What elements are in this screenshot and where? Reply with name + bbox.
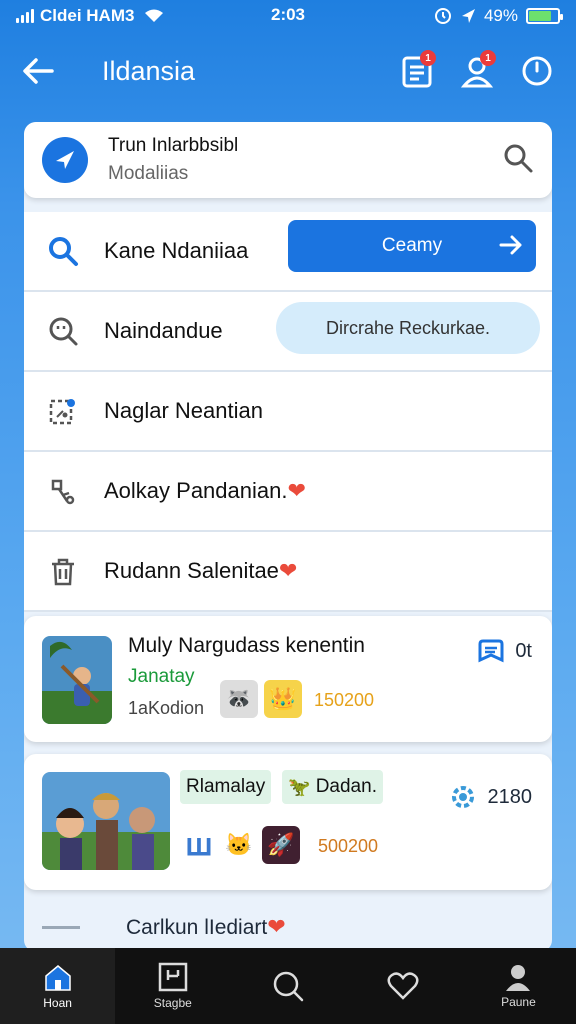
notification-badge: 1	[420, 50, 436, 66]
app-header: Ildansia 1 1	[0, 32, 576, 110]
primary-action-button[interactable]: Ceamy	[288, 220, 536, 272]
game-card[interactable]: Muly Nargudass kenentin Janatay 1aKodion…	[24, 616, 552, 742]
notes-button[interactable]: 1	[396, 50, 438, 92]
home-icon	[44, 965, 71, 991]
nav-home[interactable]: Hoan	[0, 948, 116, 1024]
button-label: Ceamy	[381, 235, 443, 256]
menu-item-label: Naindandue	[104, 318, 223, 343]
search-icon	[46, 234, 80, 268]
raccoon-icon: 🦝	[220, 680, 258, 718]
search-icon	[273, 971, 304, 1002]
search-button[interactable]	[502, 142, 534, 179]
tag-label: Rlamalay	[180, 770, 272, 804]
menu-item-label: Rudann Salenitae❤	[104, 558, 298, 583]
game-card[interactable]: Rlamalay 🦖 Dadan. ꟺ 🐱 🚀 500200 2180	[24, 754, 552, 890]
crown-icon: 👑	[264, 680, 302, 718]
secondary-action-button[interactable]: Dircrahe Reckurkae.	[276, 302, 540, 354]
game-score: 150200	[314, 690, 375, 710]
nav-stagbe[interactable]: Stagbe	[115, 948, 230, 1024]
partial-list-item[interactable]: Carlkun lIediart❤	[24, 902, 552, 952]
wifi-icon	[145, 9, 164, 22]
divider	[42, 925, 80, 929]
battery-percent: 49%	[483, 6, 518, 25]
heart-icon: ❤	[267, 914, 286, 939]
menu-item-naindandue[interactable]: Naindandue Dircrahe Reckurkae.	[24, 292, 552, 372]
game-thumbnail	[42, 772, 170, 870]
gear-icon	[451, 786, 474, 808]
alarm-icon	[434, 8, 451, 24]
heart-icon: ❤	[287, 478, 306, 503]
back-button[interactable]	[18, 51, 58, 91]
stat-value: 2180	[487, 785, 533, 808]
timer-icon	[522, 56, 552, 86]
tag-label-2: 🦖 Dadan.	[282, 770, 383, 804]
menu-item-label: Naglar Neantian	[104, 398, 263, 423]
partial-item-label: Carlkun lIediart❤	[126, 914, 286, 939]
heart-icon	[387, 972, 419, 1000]
search-subtitle: Modaliias	[108, 163, 189, 184]
grid-icon	[158, 962, 188, 992]
rocket-icon: 🚀	[262, 826, 300, 864]
swirl-icon: ꟺ	[185, 828, 213, 862]
search-card[interactable]: Trun Inlarbbsibl Modaliias	[24, 122, 552, 198]
battery-icon	[526, 8, 563, 24]
game-thumbnail	[42, 636, 112, 724]
bottom-nav: Hoan Stagbe Paune	[0, 948, 576, 1024]
heart-icon: ❤	[278, 558, 298, 583]
cat-icon: 🐱	[225, 832, 253, 857]
game-score: 500200	[318, 836, 379, 856]
location-icon	[461, 9, 475, 23]
profile-icon	[506, 965, 531, 991]
menu-item-label: Aolkay Pandanian.❤	[104, 478, 306, 503]
card-stat: 0t	[477, 638, 532, 664]
menu-item-rudann[interactable]: Rudann Salenitae❤	[24, 532, 552, 612]
stat-value: 0t	[515, 639, 532, 662]
game-meta: 1aKodion	[128, 698, 205, 718]
notification-badge: 1	[480, 50, 496, 66]
clock-search-icon	[46, 314, 80, 348]
back-arrow-icon	[23, 58, 54, 84]
search-icon	[504, 144, 533, 172]
menu-item-aolkay[interactable]: Aolkay Pandanian.❤	[24, 452, 552, 532]
profile-button[interactable]: 1	[456, 50, 498, 92]
page-title: Ildansia	[102, 55, 196, 86]
search-title: Trun Inlarbbsibl	[108, 135, 239, 156]
bookmark-icon	[478, 639, 504, 663]
nav-search[interactable]	[230, 948, 345, 1024]
menu-item-naglar[interactable]: Naglar Neantian	[24, 372, 552, 452]
status-bar: Cldei HAM3 2:03 49%	[0, 0, 576, 32]
signal-icon	[16, 9, 34, 23]
share-icon	[46, 394, 80, 428]
trash-icon	[46, 554, 80, 588]
nav-label: Stagbe	[153, 996, 192, 1010]
navigation-icon	[42, 137, 88, 183]
menu-item-kane[interactable]: Kane Ndaniiaa Ceamy	[24, 212, 552, 292]
content-panel: Trun Inlarbbsibl Modaliias Kane Ndaniiaa…	[24, 122, 552, 952]
menu-list: Kane Ndaniiaa Ceamy Naindandue Dircrahe …	[24, 212, 552, 612]
menu-item-label: Kane Ndaniiaa	[104, 238, 249, 263]
nav-profile[interactable]: Paune	[461, 948, 576, 1024]
game-title: Muly Nargudass kenentin	[128, 634, 365, 657]
arrow-right-icon	[499, 235, 522, 255]
card-stat: 2180	[448, 782, 533, 812]
carrier-label: Cldei HAM3	[40, 6, 135, 25]
timer-button[interactable]	[516, 50, 558, 92]
nav-label: Paune	[501, 995, 536, 1009]
key-icon	[46, 474, 80, 508]
nav-label: Hoan	[43, 996, 72, 1010]
dino-icon: 🦖	[288, 776, 311, 797]
nav-favorites[interactable]	[346, 948, 461, 1024]
game-subtitle: Janatay	[128, 666, 195, 687]
